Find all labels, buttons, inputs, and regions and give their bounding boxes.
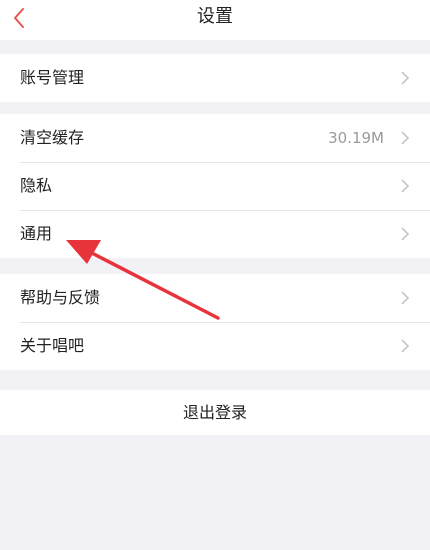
navigation-bar: 设置 (0, 0, 430, 40)
page-title: 设置 (197, 6, 233, 27)
chevron-right-icon (401, 291, 410, 305)
settings-item-about[interactable]: 关于唱吧 (0, 322, 430, 370)
settings-group-account: 账号管理 (0, 54, 430, 102)
chevron-right-icon (401, 339, 410, 353)
settings-item-label: 关于唱吧 (20, 336, 85, 355)
settings-item-label: 隐私 (20, 176, 53, 195)
chevron-right-icon (401, 131, 410, 145)
settings-item-general[interactable]: 通用 (0, 210, 430, 258)
settings-group-about: 帮助与反馈 关于唱吧 (0, 274, 430, 370)
logout-button[interactable]: 退出登录 (0, 390, 430, 435)
settings-item-account[interactable]: 账号管理 (0, 54, 430, 102)
settings-item-help-feedback[interactable]: 帮助与反馈 (0, 274, 430, 322)
chevron-right-icon (401, 71, 410, 85)
settings-group-general: 清空缓存 30.19M 隐私 通用 (0, 114, 430, 258)
settings-item-label: 账号管理 (20, 68, 85, 87)
settings-item-label: 帮助与反馈 (20, 288, 101, 307)
chevron-right-icon (401, 227, 410, 241)
settings-item-label: 通用 (20, 224, 53, 243)
chevron-right-icon (401, 179, 410, 193)
settings-item-privacy[interactable]: 隐私 (0, 162, 430, 210)
cache-size-value: 30.19M (328, 129, 384, 147)
settings-item-clear-cache[interactable]: 清空缓存 30.19M (0, 114, 430, 162)
settings-item-label: 清空缓存 (20, 128, 85, 147)
